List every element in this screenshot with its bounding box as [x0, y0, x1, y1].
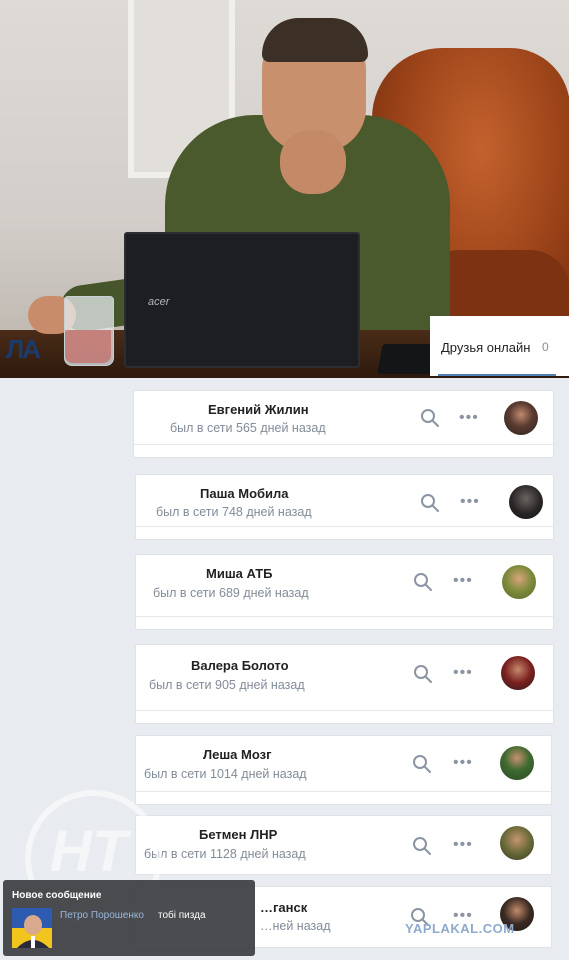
more-icon[interactable]: ••• [453, 755, 473, 771]
more-icon[interactable]: ••• [460, 494, 480, 510]
more-icon[interactable]: ••• [453, 573, 473, 589]
friend-card[interactable]: Евгений Жилин был в сети 565 дней назад … [133, 390, 554, 458]
more-icon[interactable]: ••• [453, 665, 473, 681]
friend-status: был в сети 689 дней назад [153, 586, 309, 600]
more-icon[interactable]: ••• [453, 837, 473, 853]
search-icon[interactable] [412, 754, 432, 774]
channel-logo: ЛА [6, 334, 41, 364]
avatar[interactable] [502, 565, 536, 599]
search-icon[interactable] [420, 493, 440, 513]
avatar[interactable] [504, 401, 538, 435]
search-icon[interactable] [412, 836, 432, 856]
laptop: acer [124, 232, 360, 368]
friend-card[interactable]: Миша АТБ был в сети 689 дней назад ••• [135, 554, 554, 630]
avatar[interactable] [500, 826, 534, 860]
sender-avatar[interactable] [12, 908, 52, 948]
avatar[interactable] [501, 656, 535, 690]
friend-card[interactable]: Паша Мобила был в сети 748 дней назад ••… [135, 474, 554, 540]
avatar[interactable] [500, 746, 534, 780]
friend-status: был в сети 905 дней назад [149, 678, 305, 692]
tab-count: 0 [542, 340, 549, 354]
notification-sender[interactable]: Петро Порошенко [60, 910, 144, 921]
more-icon[interactable]: ••• [459, 410, 479, 426]
card-divider [134, 444, 553, 445]
friend-name[interactable]: Леша Мозг [203, 747, 272, 762]
friend-name[interactable]: Паша Мобила [200, 486, 289, 501]
person-hair [262, 18, 368, 62]
laptop-brand: acer [148, 296, 170, 308]
friend-status: был в сети 748 дней назад [156, 505, 312, 519]
friend-status: был в сети 1128 дней назад [144, 847, 306, 861]
person-fist [280, 130, 346, 194]
friend-name[interactable]: Бетмен ЛНР [199, 827, 277, 842]
friend-name[interactable]: Миша АТБ [206, 566, 273, 581]
notification-text: тобі пизда [158, 910, 206, 921]
friend-status: был в сети 565 дней назад [170, 421, 326, 435]
water-glass-fill [65, 330, 111, 363]
friend-name[interactable]: Валера Болото [191, 658, 289, 673]
search-icon[interactable] [420, 408, 440, 428]
watermark-mark: НТ [50, 819, 128, 884]
notification-title: Новое сообщение [12, 890, 102, 901]
search-icon[interactable] [413, 664, 433, 684]
card-divider [136, 710, 553, 711]
friend-status: …ней назад [260, 919, 331, 933]
site-watermark: YAPLAKAL.COM [405, 921, 515, 936]
card-divider [136, 616, 553, 617]
tab-active-indicator [438, 374, 556, 376]
tab-label: Друзья онлайн [441, 340, 531, 355]
tab-friends-online[interactable]: Друзья онлайн 0 [430, 316, 569, 376]
card-divider [136, 791, 551, 792]
search-icon[interactable] [413, 572, 433, 592]
more-icon[interactable]: ••• [453, 908, 473, 924]
friend-card[interactable]: Бетмен ЛНР был в сети 1128 дней назад ••… [135, 815, 552, 875]
card-divider [136, 526, 553, 527]
friend-name[interactable]: Евгений Жилин [208, 402, 309, 417]
friend-status: был в сети 1014 дней назад [144, 767, 307, 781]
friend-card[interactable]: Леша Мозг был в сети 1014 дней назад ••• [135, 735, 552, 805]
avatar[interactable] [509, 485, 543, 519]
new-message-notification[interactable]: Новое сообщение Петро Порошенко тобі пиз… [3, 880, 255, 956]
friend-name[interactable]: …ганск [260, 900, 307, 915]
sender-avatar-image [12, 908, 52, 948]
friend-card[interactable]: Валера Болото был в сети 905 дней назад … [135, 644, 554, 724]
